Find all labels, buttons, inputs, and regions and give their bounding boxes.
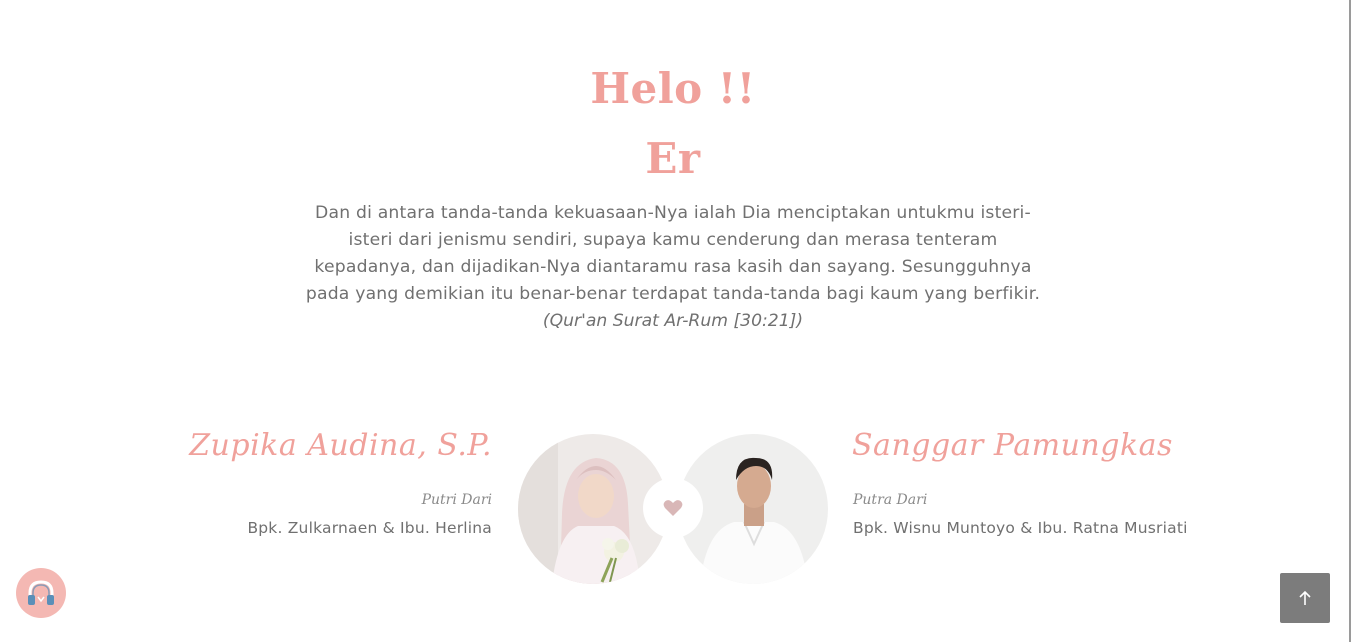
heart-icon	[663, 500, 683, 516]
guest-name: Er	[645, 134, 701, 183]
groom-parent-label: Putra Dari	[853, 492, 928, 508]
groom-name: Sanggar Pamungkas	[852, 428, 1173, 463]
music-toggle-button[interactable]	[16, 568, 66, 618]
headphones-icon	[28, 580, 54, 605]
heart-divider	[643, 478, 703, 538]
bride-name: Zupika Audina, S.P.	[189, 428, 492, 463]
invitation-page: Helo !! Er Dan di antara tanda-tanda kek…	[0, 0, 1350, 642]
back-to-top-button[interactable]	[1280, 573, 1330, 623]
greeting-title: Helo !!	[590, 64, 756, 113]
bride-parent-label: Putri Dari	[421, 492, 492, 508]
arrow-up-icon	[1299, 590, 1311, 605]
quote-source: (Qur'an Surat Ar-Rum [30:21])	[542, 311, 804, 331]
bride-parents: Bpk. Zulkarnaen & Ibu. Herlina	[247, 519, 492, 537]
groom-parents: Bpk. Wisnu Muntoyo & Ibu. Ratna Musriati	[853, 519, 1188, 537]
quote-text: Dan di antara tanda-tanda kekuasaan-Nya …	[305, 203, 1041, 304]
